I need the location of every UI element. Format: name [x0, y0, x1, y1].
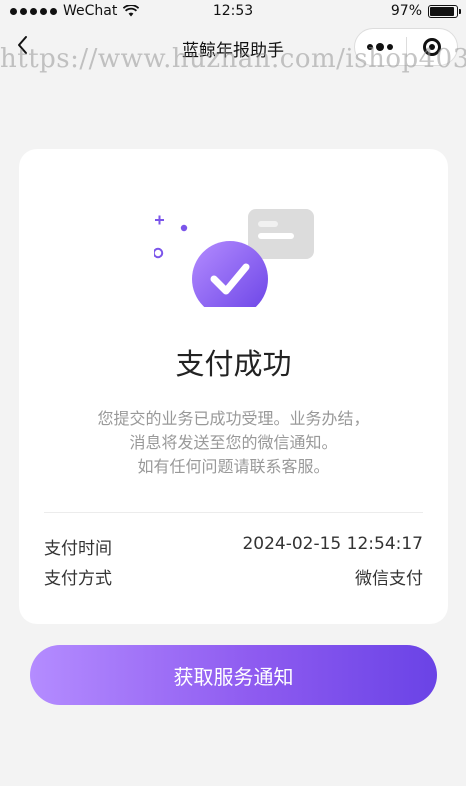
get-service-notification-button[interactable]: 获取服务通知 [30, 645, 437, 705]
payment-time-row: 支付时间 2024-02-15 12:54:17 [44, 534, 423, 559]
mini-program-capsule [354, 28, 458, 66]
payment-time-label: 支付时间 [44, 539, 112, 559]
message-line: 您提交的业务已成功受理。业务办结， [97, 409, 370, 428]
more-options-icon[interactable] [355, 42, 406, 51]
message-line: 消息将发送至您的微信通知。 [129, 433, 338, 452]
battery-icon [428, 4, 461, 18]
payment-result-card: 支付成功 您提交的业务已成功受理。业务办结， 消息将发送至您的微信通知。 如有任… [19, 149, 448, 624]
success-check-icon [154, 209, 314, 307]
payment-method-label: 支付方式 [44, 569, 112, 589]
success-title: 支付成功 [175, 347, 292, 381]
payment-method-value: 微信支付 [355, 569, 423, 589]
status-bar: WeChat 12:53 97% [0, 0, 466, 24]
message-line: 如有任何问题请联系客服。 [137, 457, 330, 476]
payment-time-value: 2024-02-15 12:54:17 [242, 534, 423, 554]
navigation-bar: 蓝鲸年报助手 [0, 24, 466, 68]
divider [44, 512, 423, 513]
payment-method-row: 支付方式 微信支付 [44, 564, 423, 589]
success-message: 您提交的业务已成功受理。业务办结， 消息将发送至您的微信通知。 如有任何问题请联… [19, 407, 448, 479]
battery-percent: 97% [390, 3, 422, 19]
close-mini-program-icon[interactable] [406, 38, 457, 56]
